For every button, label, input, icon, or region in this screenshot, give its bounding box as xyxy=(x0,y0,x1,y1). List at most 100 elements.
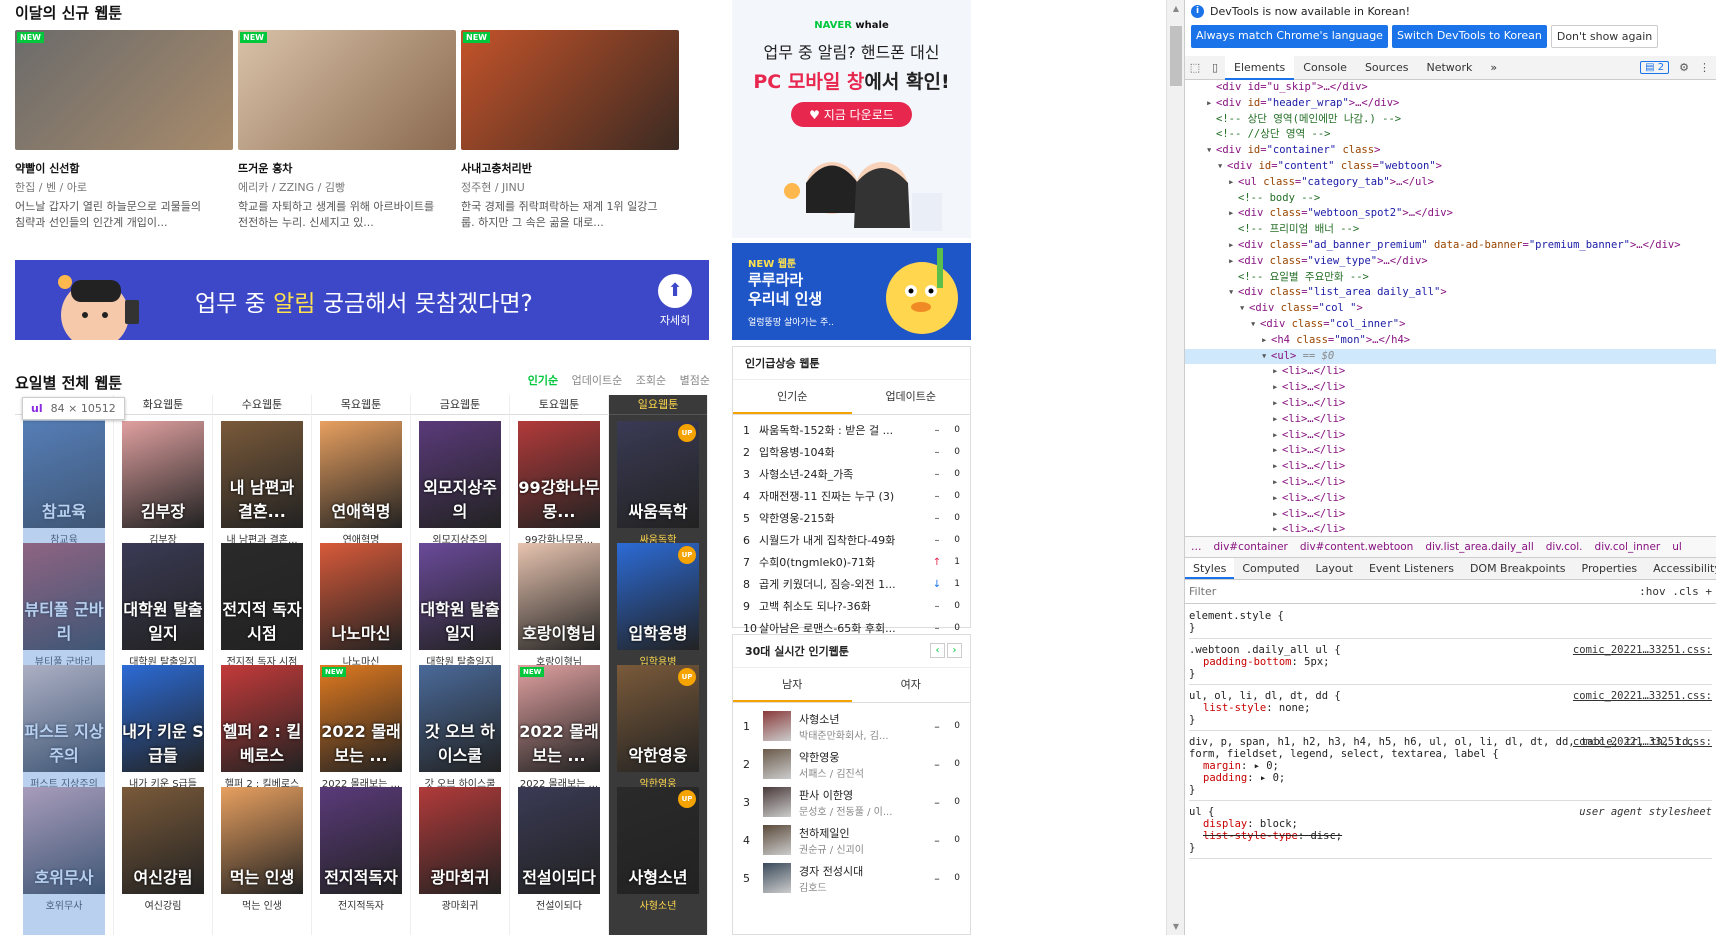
css-selector[interactable]: element.style { xyxy=(1189,610,1712,622)
expand-toggle-icon[interactable]: ▸ xyxy=(1272,380,1282,396)
new-webtoon-card[interactable]: NEW 사내고충처리반 정주현 / JINU 한국 경제를 쥐락펴락하는 재계 … xyxy=(461,30,679,231)
webtoon-item[interactable]: NEW 2022 몰래보는 ... 2022 몰래보는 ... xyxy=(320,665,402,790)
webtoon-thumb[interactable]: 광마회귀 xyxy=(419,787,501,894)
webtoon-thumb[interactable] xyxy=(763,749,791,779)
webtoon-item[interactable]: UP 악한영웅 악한영웅 xyxy=(617,665,699,790)
webtoon-item[interactable]: 광마회귀 광마회귀 xyxy=(419,787,501,912)
webtoon-title[interactable]: 전지적독자 xyxy=(320,897,402,912)
rising-row[interactable]: 7 수희0(tngmlek0)-71화 ↑ 1 xyxy=(733,551,970,573)
webtoon-thumb[interactable]: NEW 2022 몰래보는 ... xyxy=(518,665,600,772)
rising-row[interactable]: 1 싸움독학-152화 : 받은 걸 ... – 0 xyxy=(733,419,970,441)
rank-title[interactable]: 사형소년-24화_가족 xyxy=(759,466,930,482)
tab-network[interactable]: Network xyxy=(1417,56,1481,80)
css-source-link[interactable]: comic_20221…33251.css: xyxy=(1573,736,1712,748)
rank-title[interactable]: 수희0(tngmlek0)-71화 xyxy=(759,554,930,570)
scroll-up-icon[interactable]: ▲ xyxy=(1167,4,1185,13)
gear-icon[interactable]: ⚙ xyxy=(1679,61,1689,74)
expand-toggle-icon[interactable]: ▸ xyxy=(1272,443,1282,459)
breadcrumb-item[interactable]: div.col_inner xyxy=(1595,541,1661,553)
rank-title[interactable]: 약한영웅-215화 xyxy=(759,510,930,526)
inspect-icon[interactable]: ⬚ xyxy=(1185,61,1205,74)
dom-node[interactable]: ▸ <div class="view_type">…</div> xyxy=(1185,254,1716,270)
dom-node[interactable]: ▸ <li>…</li> xyxy=(1185,380,1716,396)
expand-toggle-icon[interactable]: ▸ xyxy=(1228,206,1238,222)
webtoon-thumb[interactable] xyxy=(763,787,791,817)
webtoon-thumb[interactable]: NEW 2022 몰래보는 ... xyxy=(320,665,402,772)
dom-node[interactable]: ▸ <li>…</li> xyxy=(1185,522,1716,536)
webtoon-thumb[interactable]: 대학원 탈출일지 xyxy=(419,543,501,650)
new-webtoon-ad[interactable]: NEW 웹툰 루루라라 우리네 인생 얼렁뚱땅 살아가는 주.. xyxy=(732,243,971,340)
rising-row[interactable]: 5 약한영웅-215화 – 0 xyxy=(733,507,970,529)
tab-sources[interactable]: Sources xyxy=(1356,56,1418,80)
dom-node[interactable]: ▸ <li>…</li> xyxy=(1185,459,1716,475)
webtoon-thumb[interactable] xyxy=(763,825,791,855)
dom-node[interactable]: ▾ <div class="list_area daily_all"> xyxy=(1185,285,1716,301)
styles-subtab[interactable]: Layout xyxy=(1308,558,1361,579)
new-webtoon-card[interactable]: NEW 약빨이 신선함 한집 / 벤 / 아로 어느날 갑자기 열린 하늘문으로… xyxy=(15,30,233,231)
webtoon-title[interactable]: 전설이되다 xyxy=(518,897,600,912)
expand-toggle-icon[interactable]: ▾ xyxy=(1228,285,1238,301)
css-declaration[interactable]: list-style-type: disc; xyxy=(1189,830,1712,842)
expand-toggle-icon[interactable]: ▾ xyxy=(1239,301,1249,317)
webtoon-thumb[interactable]: 99강화나무몽... xyxy=(518,421,600,528)
realtime30-title[interactable]: 약한영웅 xyxy=(799,749,930,765)
day-header[interactable]: 일요웹툰 xyxy=(609,395,707,415)
webtoon-thumb[interactable]: UP 싸움독학 xyxy=(617,421,699,528)
breadcrumb-item[interactable]: ul xyxy=(1672,541,1682,553)
webtoon-item[interactable]: 내가 키운 S급들 내가 키운 S급들 xyxy=(122,665,204,790)
webtoon-item[interactable]: UP 사형소년 사형소년 xyxy=(617,787,699,912)
webtoon-item[interactable]: 갓 오브 하이스쿨 갓 오브 하이스쿨 xyxy=(419,665,501,790)
expand-toggle-icon[interactable]: ▾ xyxy=(1250,317,1260,333)
webtoon-item[interactable]: 호랑이형님 호랑이형님 xyxy=(518,543,600,668)
sort-rating[interactable]: 별점순 xyxy=(680,374,710,387)
rising-row[interactable]: 8 곱게 키웠더니, 짐승-외전 1... ↓ 1 xyxy=(733,573,970,595)
dom-node[interactable]: ▾ <ul> == $0 xyxy=(1185,348,1716,365)
webtoon-thumb[interactable]: 나노마신 xyxy=(320,543,402,650)
webtoon-thumb[interactable]: 대학원 탈출일지 xyxy=(122,543,204,650)
switch-korean-button[interactable]: Switch DevTools to Korean xyxy=(1391,25,1547,48)
css-declaration[interactable]: padding-bottom: 5px; xyxy=(1189,656,1712,668)
dom-node[interactable]: ▸ <li>…</li> xyxy=(1185,428,1716,444)
new-webtoon-card[interactable]: NEW 뜨거운 홍차 에리카 / ZZING / 김빵 학교를 자퇴하고 생계를… xyxy=(238,30,456,231)
dom-node[interactable]: <!-- body --> xyxy=(1185,191,1716,207)
webtoon-item[interactable]: 99강화나무몽... 99강화나무몽... xyxy=(518,421,600,546)
css-declaration[interactable]: display: block; xyxy=(1189,818,1712,830)
webtoon-item[interactable]: UP 싸움독학 싸움독학 xyxy=(617,421,699,546)
expand-toggle-icon[interactable]: ▾ xyxy=(1261,349,1271,365)
tab-console[interactable]: Console xyxy=(1294,56,1356,80)
expand-toggle-icon[interactable]: ▸ xyxy=(1272,428,1282,444)
dom-node[interactable]: ▾ <div class="col "> xyxy=(1185,301,1716,317)
sort-update[interactable]: 업데이트순 xyxy=(572,374,623,387)
expand-toggle-icon[interactable]: ▸ xyxy=(1272,364,1282,380)
webtoon-item[interactable]: 먹는 인생 먹는 인생 xyxy=(221,787,303,912)
dom-node[interactable]: ▸ <div id="header_wrap">…</div> xyxy=(1185,96,1716,112)
dom-node[interactable]: ▸ <div class="webtoon_spot2">…</div> xyxy=(1185,206,1716,222)
dom-node[interactable]: <!-- //상단 영역 --> xyxy=(1185,127,1716,143)
rising-row[interactable]: 4 자매전쟁-11 진짜는 누구 (3) – 0 xyxy=(733,485,970,507)
webtoon-thumb[interactable]: 전지적독자 xyxy=(320,787,402,894)
expand-toggle-icon[interactable]: ▸ xyxy=(1228,254,1238,270)
css-declaration[interactable]: margin: ▸ 0; xyxy=(1189,760,1712,772)
tab-elements[interactable]: Elements xyxy=(1225,55,1295,80)
day-header[interactable]: 화요웹툰 xyxy=(114,395,212,415)
realtime30-row[interactable]: 3 판사 이한영 문성호 / 전동풀 / 이... – 0 xyxy=(733,783,970,821)
dom-node[interactable]: ▸ <li>…</li> xyxy=(1185,396,1716,412)
filter-tools[interactable]: :hov .cls + xyxy=(1639,585,1712,598)
dom-node[interactable]: <!-- 프리미엄 배너 --> xyxy=(1185,222,1716,238)
dom-node[interactable]: ▸ <li>…</li> xyxy=(1185,475,1716,491)
realtime30-row[interactable]: 4 천하제일인 권순규 / 신괴이 – 0 xyxy=(733,821,970,859)
rising-row[interactable]: 6 시월드가 내게 집착한다-49화 – 0 xyxy=(733,529,970,551)
scrollbar-thumb[interactable] xyxy=(1170,26,1182,86)
expand-toggle-icon[interactable]: ▸ xyxy=(1206,96,1216,112)
match-language-button[interactable]: Always match Chrome's language xyxy=(1191,25,1388,48)
expand-toggle-icon[interactable]: ▾ xyxy=(1217,159,1227,175)
expand-toggle-icon[interactable]: ▸ xyxy=(1228,175,1238,191)
webtoon-thumb[interactable]: 먹는 인생 xyxy=(221,787,303,894)
webtoon-item[interactable]: 대학원 탈출일지 대학원 탈출일지 xyxy=(122,543,204,668)
rising-tab-update[interactable]: 업데이트순 xyxy=(852,380,971,414)
day-header[interactable]: 토요웹툰 xyxy=(510,395,608,415)
expand-toggle-icon[interactable]: ▸ xyxy=(1272,396,1282,412)
rank-title[interactable]: 싸움독학-152화 : 받은 걸 ... xyxy=(759,422,930,438)
realtime30-title[interactable]: 천하제일인 xyxy=(799,825,930,841)
breadcrumb-item[interactable]: div#container xyxy=(1214,541,1288,553)
